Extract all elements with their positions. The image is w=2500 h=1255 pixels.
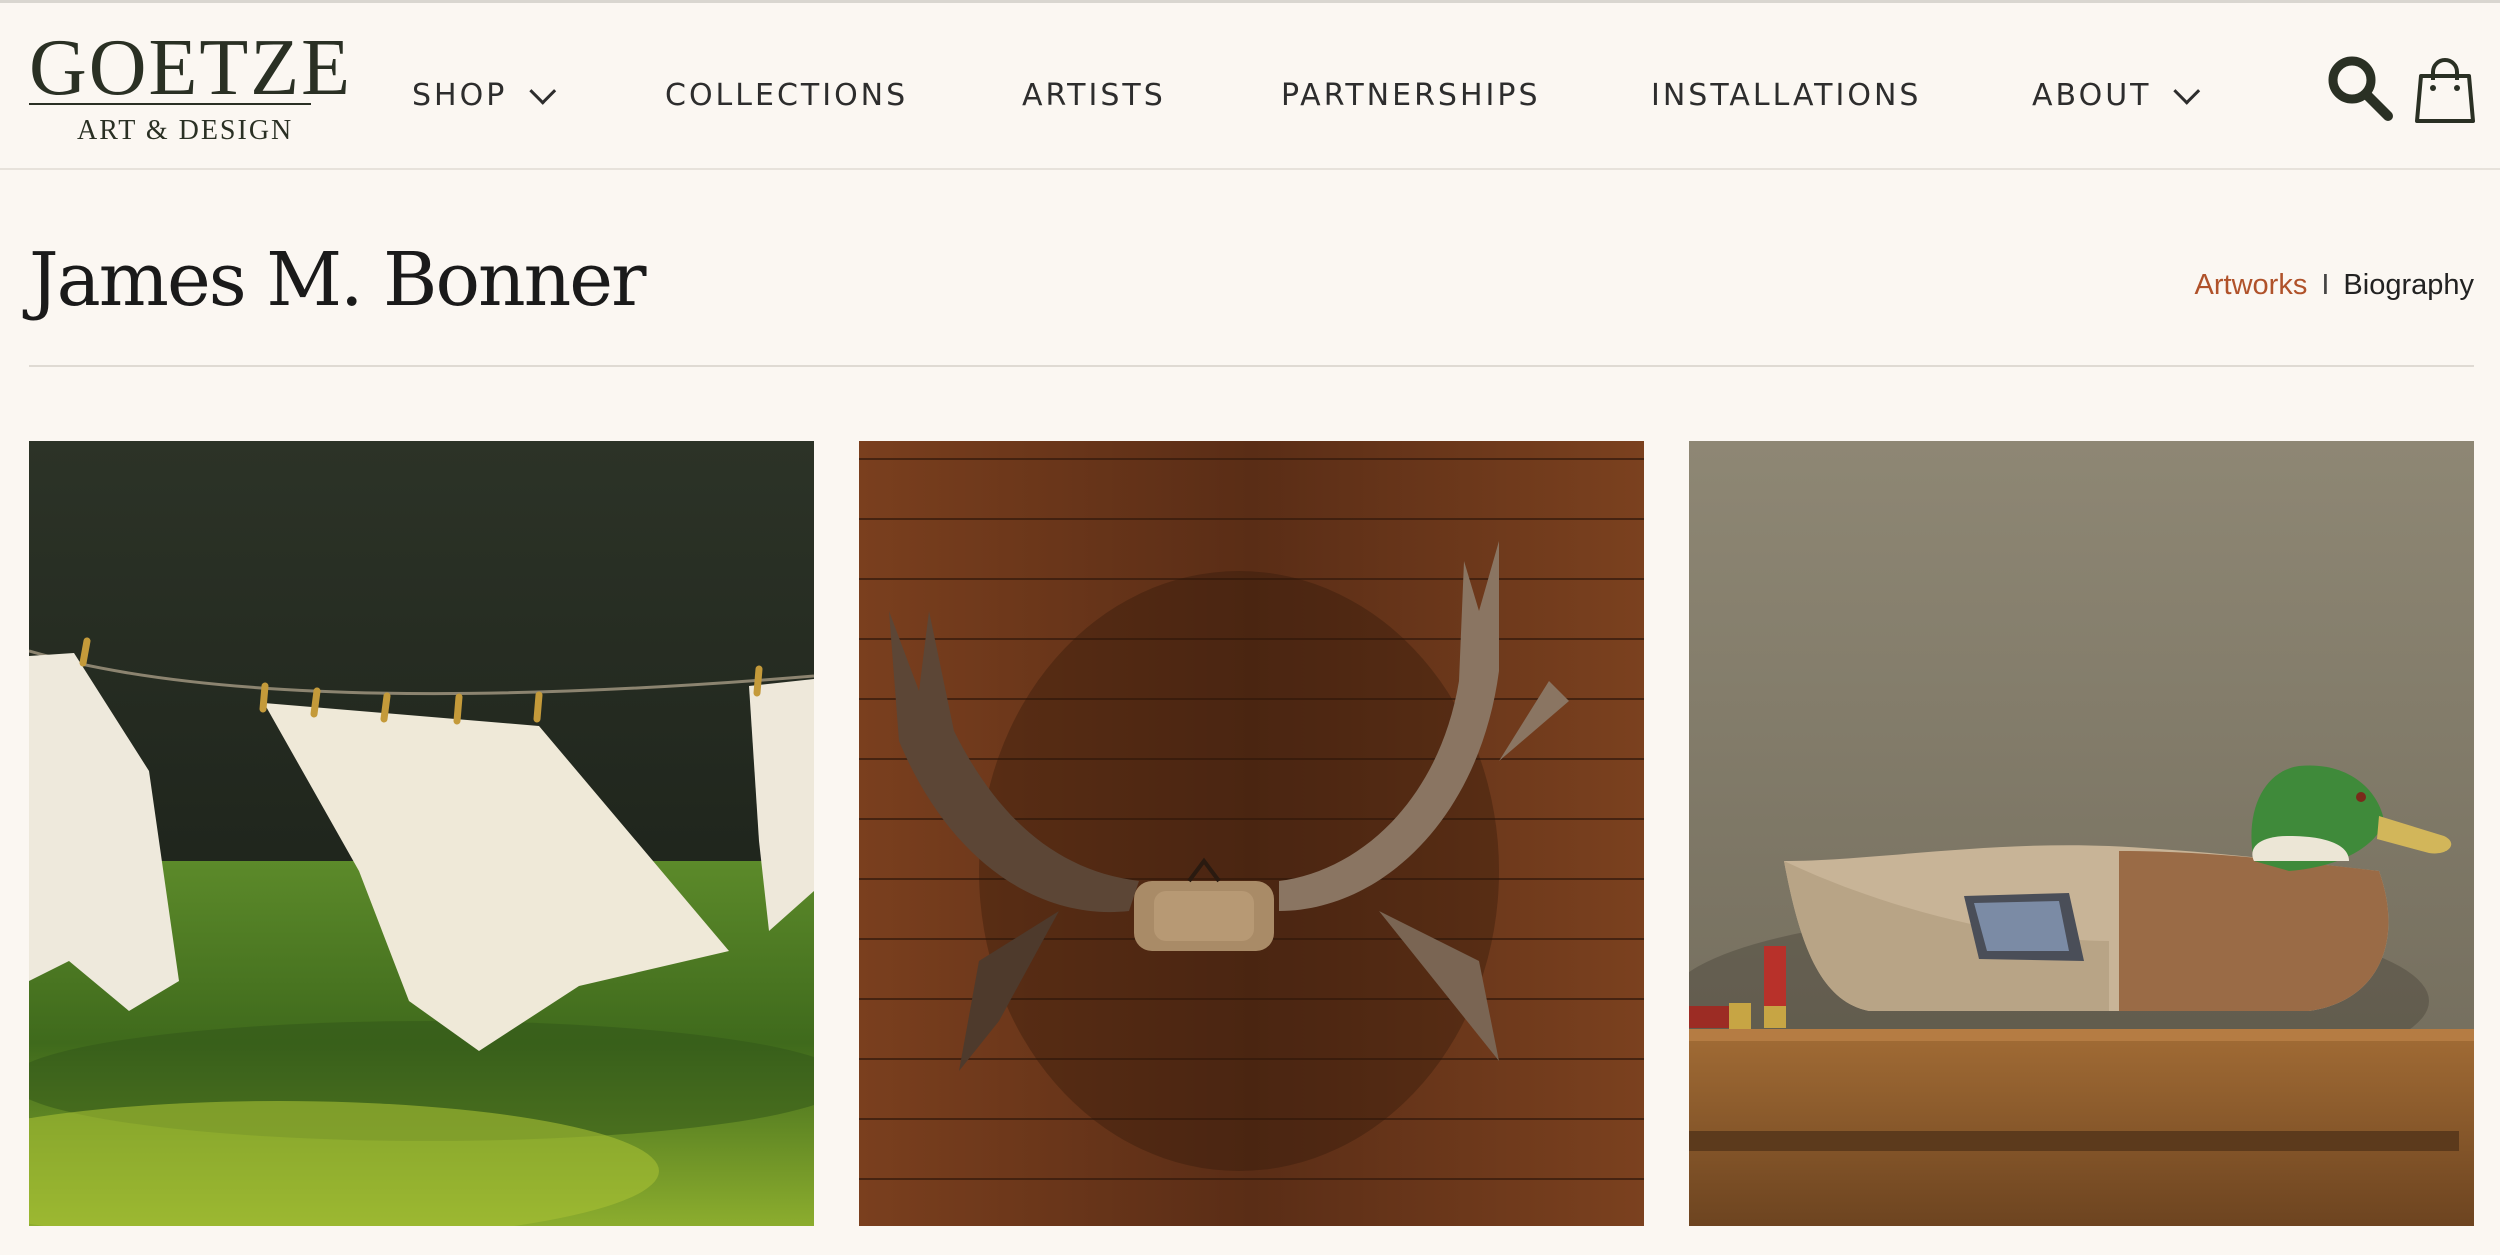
artwork-image-antlers [859, 441, 1644, 1226]
shopping-bag-icon [2415, 58, 2475, 123]
nav-partnerships-label: PARTNERSHIPS [1281, 77, 1541, 113]
nav-collections-label: COLLECTIONS [665, 77, 909, 113]
brand-name: GOETZE [29, 24, 353, 112]
nav-about-label: ABOUT [2032, 77, 2152, 113]
nav-artists-label: ARTISTS [1022, 77, 1166, 113]
nav-about[interactable]: ABOUT [2032, 71, 2201, 119]
artwork-image-laundry [29, 441, 814, 1226]
artwork-card-decoy[interactable] [1689, 441, 2474, 1226]
nav-installations-label: INSTALLATIONS [1651, 77, 1922, 113]
page-title: James M. Bonner [29, 237, 646, 323]
chevron-down-icon [529, 77, 557, 105]
tab-separator: I [2321, 269, 2330, 301]
chevron-down-icon [2173, 77, 2201, 105]
artwork-image-decoy [1689, 441, 2474, 1226]
search-icon [2328, 56, 2393, 121]
tab-biography[interactable]: Biography [2343, 269, 2474, 301]
nav-shop-label: SHOP [412, 77, 508, 113]
artwork-grid [29, 441, 2474, 1226]
nav-shop[interactable]: SHOP [412, 71, 557, 119]
cart-button[interactable] [2415, 58, 2475, 124]
search-button[interactable] [2325, 53, 2395, 123]
nav-collections[interactable]: COLLECTIONS [665, 71, 908, 119]
brand-logo[interactable]: GOETZE ART & DESIGN [29, 23, 350, 153]
artwork-card-antlers[interactable] [859, 441, 1644, 1226]
artwork-card-laundry[interactable] [29, 441, 814, 1226]
page-header: James M. Bonner Artworks I Biography [29, 225, 2474, 365]
logo-rule [29, 103, 311, 105]
brand-tagline: ART & DESIGN [77, 115, 294, 146]
tab-artworks[interactable]: Artworks [2195, 269, 2308, 301]
nav-artists[interactable]: ARTISTS [1022, 71, 1166, 119]
nav-installations[interactable]: INSTALLATIONS [1651, 71, 1921, 119]
section-divider [29, 365, 2474, 367]
nav-partnerships[interactable]: PARTNERSHIPS [1281, 71, 1541, 119]
artist-subnav: Artworks I Biography [2195, 265, 2474, 305]
site-header: GOETZE ART & DESIGN SHOP COLLECTIONS ART… [0, 0, 2500, 170]
